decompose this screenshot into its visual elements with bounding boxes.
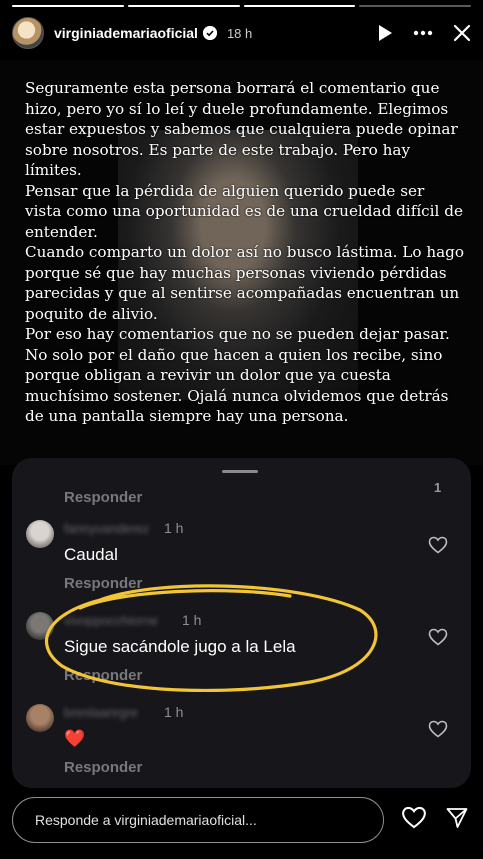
story-media[interactable]: Seguramente esta persona borrará el come… <box>0 60 483 465</box>
story-paragraph: Cuando comparto un dolor así no busco lá… <box>25 243 465 323</box>
progress-segment <box>359 5 471 7</box>
avatar[interactable] <box>12 17 44 49</box>
close-icon[interactable] <box>453 24 471 42</box>
progress-segment <box>12 5 124 7</box>
commenter-username[interactable]: fannyvanderez <box>64 521 149 536</box>
story-paragraph: Por eso hay comentarios que no se pueden… <box>25 325 450 425</box>
verified-badge-icon <box>202 26 217 40</box>
story-footer: Responde a virginiademariaoficial... <box>12 797 471 843</box>
reply-input[interactable]: Responde a virginiademariaoficial... <box>12 797 384 843</box>
send-icon[interactable] <box>445 806 469 835</box>
post-time: 18 h <box>226 25 253 41</box>
heart-icon[interactable] <box>428 536 448 559</box>
highlight-circle <box>44 584 378 692</box>
story-paragraph: Pensar que la pérdida de alguien querido… <box>25 181 463 241</box>
story-text: Seguramente esta persona borrará el come… <box>25 78 465 427</box>
comment-time: 1 h <box>164 704 184 720</box>
story-paragraph: Seguramente esta persona borrará el come… <box>25 79 458 179</box>
comment-time: 1 h <box>164 520 184 536</box>
progress-segment <box>243 5 356 7</box>
reply-button[interactable]: Responder <box>64 759 142 776</box>
username[interactable]: virginiademariaoficial <box>54 25 198 41</box>
heart-icon[interactable] <box>428 628 448 651</box>
play-icon[interactable] <box>377 24 393 42</box>
heart-icon[interactable] <box>428 720 448 743</box>
heart-icon[interactable] <box>401 806 427 834</box>
story-header: virginiademariaoficial 18 h <box>12 16 471 50</box>
commenter-avatar[interactable] <box>26 704 54 732</box>
reply-placeholder: Responde a virginiademariaoficial... <box>35 812 257 828</box>
comment-count: 1 <box>434 480 442 495</box>
commenter-username[interactable]: brenlaarirgre <box>64 705 138 720</box>
commenter-avatar[interactable] <box>26 520 54 548</box>
progress-segment <box>127 5 240 7</box>
reply-button[interactable]: Responder <box>64 489 142 506</box>
more-icon[interactable] <box>413 30 433 36</box>
story-progress-bar <box>12 5 471 7</box>
comment-text: Caudal <box>64 545 118 564</box>
sheet-handle[interactable] <box>222 470 258 473</box>
comment-text: ❤️ <box>64 729 86 748</box>
